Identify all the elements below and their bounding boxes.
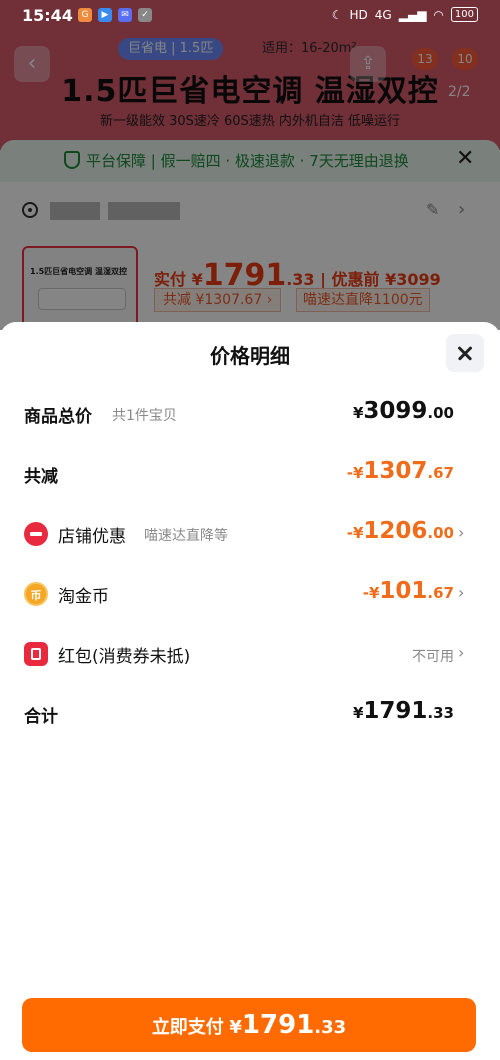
battery-icon: 100	[450, 7, 478, 22]
pay-now-label: 立即支付 ¥1791.33	[151, 1010, 347, 1040]
chevron-right-icon: ›	[458, 643, 465, 662]
wifi-icon: ◠	[433, 7, 444, 22]
row-reduce: 共减 -¥1307.67	[0, 454, 500, 494]
hd-icon: HD	[349, 7, 368, 22]
pay-now-button[interactable]: 立即支付 ¥1791.33	[22, 998, 476, 1052]
chevron-right-icon: ›	[458, 583, 465, 602]
dim-overlay[interactable]	[0, 0, 500, 330]
close-button[interactable]	[446, 334, 484, 372]
moon-icon: ☾	[331, 7, 343, 22]
row-label: 共减	[24, 467, 58, 487]
row-sub: 共1件宝贝	[112, 408, 177, 424]
row-sum: 合计 ¥1791.33	[0, 694, 500, 734]
app-notification-icon: ▶	[98, 8, 112, 22]
row-sub: 喵速达直降等	[144, 528, 228, 544]
app-notification-icon: ✓	[138, 8, 152, 22]
shop-discount-amount: -¥1206.00	[346, 518, 454, 544]
row-taojinbi[interactable]: 币 淘金币 -¥101.67 ›	[0, 574, 500, 614]
row-label: 红包(消费券未抵)	[58, 647, 191, 667]
shop-discount-icon	[24, 522, 48, 546]
status-indicators: ☾ HD 4G ▂▄▆ ◠ 100	[332, 7, 478, 22]
signal-icon: ▂▄▆	[398, 7, 427, 22]
red-packet-icon	[24, 642, 48, 666]
coin-icon: 币	[24, 582, 48, 606]
app-notification-icon: ✉	[118, 8, 132, 22]
row-label: 淘金币	[58, 587, 109, 607]
row-label: 店铺优惠	[58, 527, 126, 547]
chevron-right-icon: ›	[458, 523, 465, 542]
row-total-price: 商品总价 共1件宝贝 ¥3099.00	[0, 394, 500, 434]
status-time: 15:44	[22, 6, 73, 25]
row-label: 商品总价	[24, 407, 92, 427]
network-label: 4G	[374, 7, 392, 22]
app-notification-icon: G	[78, 8, 92, 22]
row-label: 合计	[24, 707, 58, 727]
status-bar: 15:44 G ▶ ✉ ✓ ☾ HD 4G ▂▄▆ ◠ 100	[0, 0, 500, 32]
row-shop-discount[interactable]: 店铺优惠 喵速达直降等 -¥1206.00 ›	[0, 514, 500, 554]
coin-amount: -¥101.67	[362, 578, 454, 604]
sum-amount: ¥1791.33	[352, 698, 454, 724]
sheet-title: 价格明细	[210, 344, 290, 368]
row-red-packet[interactable]: 红包(消费券未抵) 不可用 ›	[0, 634, 500, 674]
total-amount: ¥3099.00	[352, 398, 454, 424]
red-packet-status: 不可用	[412, 649, 454, 665]
reduce-amount: -¥1307.67	[346, 458, 454, 484]
price-detail-sheet: 价格明细 商品总价 共1件宝贝 ¥3099.00 共减 -¥1307.67 店铺…	[0, 322, 500, 1060]
